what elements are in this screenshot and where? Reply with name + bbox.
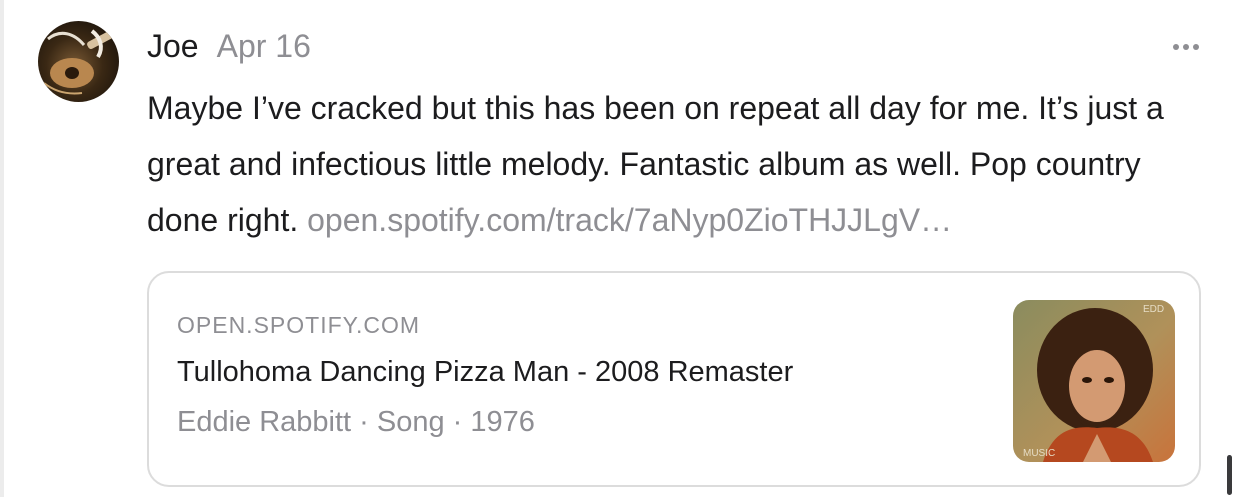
scrollbar-thumb[interactable] xyxy=(1227,455,1232,495)
post-header: Joe Apr 16 xyxy=(147,28,311,72)
avatar[interactable] xyxy=(38,21,119,102)
ellipsis-horizontal-icon xyxy=(1173,44,1179,50)
card-domain: OPEN.SPOTIFY.COM xyxy=(177,312,421,338)
svg-text:EDD: EDD xyxy=(1143,304,1164,315)
post-date[interactable]: Apr 16 xyxy=(217,28,311,65)
card-subtitle: Eddie Rabbitt · Song · 1976 xyxy=(177,406,535,438)
guitar-avatar-icon xyxy=(43,29,116,95)
author-name[interactable]: Joe xyxy=(147,28,199,65)
svg-text:MUSIC: MUSIC xyxy=(1023,448,1055,459)
card-title: Tullohoma Dancing Pizza Man - 2008 Remas… xyxy=(177,356,794,388)
album-cover-image: EDD MUSIC xyxy=(1013,300,1175,462)
post-body: Maybe I’ve cracked but this has been on … xyxy=(147,80,1217,248)
more-options-button[interactable] xyxy=(1168,36,1204,58)
thread-rule xyxy=(0,0,4,497)
post-link[interactable]: open.spotify.com/track/7aNyp0ZioTHJJLgV… xyxy=(307,202,952,238)
link-preview-card[interactable]: OPEN.SPOTIFY.COM Tullohoma Dancing Pizza… xyxy=(147,271,1201,487)
